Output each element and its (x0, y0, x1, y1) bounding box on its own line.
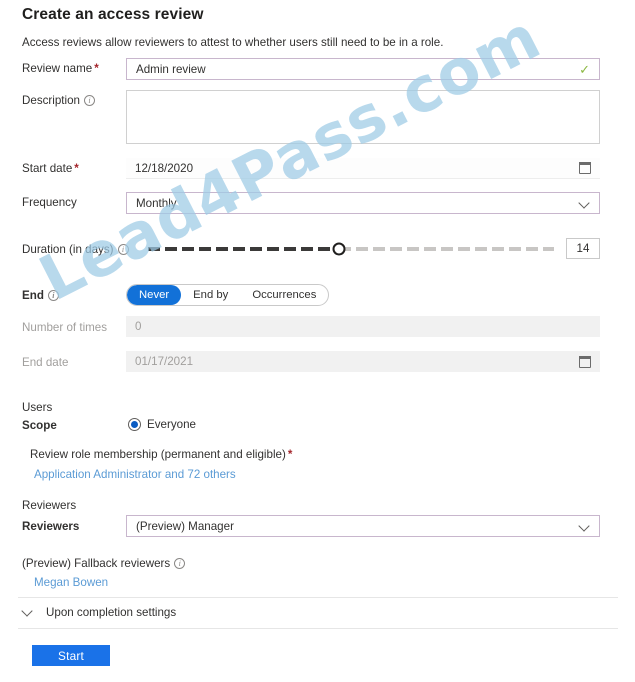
role-membership-link[interactable]: Application Administrator and 72 others (34, 468, 236, 481)
slider-track[interactable] (148, 242, 554, 256)
end-label-text: End (22, 289, 44, 302)
slider-filled-track (148, 247, 339, 251)
start-date-label-text: Start date (22, 162, 73, 175)
fallback-reviewers-label: (Preview) Fallback reviewers i (22, 557, 186, 570)
frequency-select[interactable]: Monthly (126, 192, 600, 214)
end-toggle-group[interactable]: Never End by Occurrences (126, 284, 330, 306)
reviewers-section-label: Reviewers (22, 499, 77, 512)
role-membership-required-marker: * (287, 448, 293, 461)
chevron-down-icon[interactable] (579, 198, 590, 209)
fallback-reviewer-link[interactable]: Megan Bowen (34, 576, 108, 589)
end-date-input: 01/17/2021 (126, 351, 600, 372)
number-of-times-label: Number of times (22, 321, 107, 334)
end-option-never[interactable]: Never (127, 285, 182, 305)
role-membership-label: Review role membership (permanent and el… (30, 448, 292, 461)
page-subtitle: Access reviews allow reviewers to attest… (22, 36, 444, 49)
upon-completion-settings-row[interactable]: Upon completion settings (22, 606, 176, 619)
users-section-label: Users (22, 401, 53, 414)
end-option-occurrences[interactable]: Occurrences (240, 285, 328, 305)
number-of-times-input: 0 (126, 316, 600, 337)
reviewers-select[interactable]: (Preview) Manager (126, 515, 600, 537)
duration-value: 14 (576, 242, 590, 255)
end-option-end-by[interactable]: End by (181, 285, 240, 305)
duration-label: Duration (in days) i (22, 243, 129, 256)
start-date-required-marker: * (74, 162, 79, 175)
scope-option-label: Everyone (147, 418, 196, 431)
role-membership-label-text: Review role membership (permanent and el… (30, 448, 286, 461)
create-access-review-page: Lead4Pass.com Create an access review Ac… (0, 0, 635, 682)
duration-value-input[interactable]: 14 (566, 238, 600, 259)
radio-icon[interactable] (128, 418, 141, 431)
check-icon: ✓ (579, 61, 590, 77)
chevron-down-icon[interactable] (579, 521, 590, 532)
scope-label: Scope (22, 419, 57, 432)
duration-label-text: Duration (in days) (22, 243, 114, 256)
divider-top (18, 597, 618, 598)
start-date-value: 12/18/2020 (135, 161, 194, 175)
chevron-down-icon[interactable] (22, 607, 34, 619)
divider-bottom (18, 628, 618, 629)
review-name-value: Admin review (136, 62, 206, 76)
number-of-times-label-text: Number of times (22, 321, 108, 334)
description-label-text: Description (22, 94, 80, 107)
frequency-label: Frequency (22, 196, 77, 209)
scope-radio-everyone[interactable]: Everyone (128, 418, 196, 431)
slider-thumb[interactable] (332, 242, 346, 256)
description-textarea[interactable] (126, 90, 600, 144)
upon-completion-settings-label: Upon completion settings (46, 606, 177, 619)
duration-slider[interactable] (148, 239, 554, 259)
frequency-label-text: Frequency (22, 196, 77, 209)
review-name-input[interactable]: Admin review ✓ (126, 58, 600, 80)
info-icon[interactable]: i (47, 290, 59, 301)
start-date-input[interactable]: 12/18/2020 (126, 158, 600, 179)
slider-remaining-track (338, 247, 554, 251)
start-button[interactable]: Start (32, 645, 110, 666)
info-icon[interactable]: i (174, 558, 186, 569)
end-date-value: 01/17/2021 (135, 355, 194, 368)
number-of-times-value: 0 (135, 320, 142, 333)
end-date-label: End date (22, 356, 68, 369)
start-date-label: Start date * (22, 162, 79, 175)
calendar-icon[interactable] (579, 355, 591, 368)
review-name-required-marker: * (94, 62, 99, 75)
info-icon[interactable]: i (117, 244, 129, 255)
description-label: Description i (22, 94, 95, 107)
calendar-icon[interactable] (579, 162, 591, 174)
review-name-label-text: Review name (22, 62, 93, 75)
end-label: End i (22, 289, 59, 302)
fallback-reviewers-label-text: (Preview) Fallback reviewers (22, 557, 171, 570)
info-icon[interactable]: i (84, 95, 95, 106)
review-name-label: Review name * (22, 62, 99, 75)
frequency-value: Monthly (136, 196, 177, 210)
reviewers-value: (Preview) Manager (136, 519, 234, 533)
page-title: Create an access review (22, 6, 204, 23)
end-date-label-text: End date (22, 356, 69, 369)
reviewers-field-label: Reviewers (22, 520, 80, 533)
